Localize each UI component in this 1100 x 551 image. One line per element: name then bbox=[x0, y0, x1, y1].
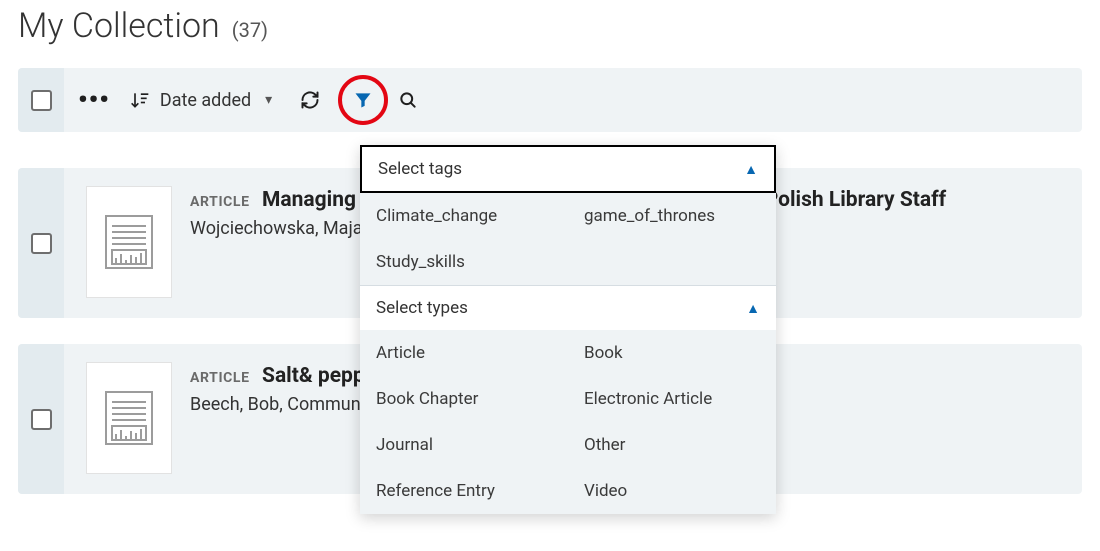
tag-option[interactable]: Study_skills bbox=[360, 239, 568, 285]
select-all-cell[interactable] bbox=[18, 68, 64, 132]
item-kind: ARTICLE bbox=[190, 370, 250, 386]
tag-option[interactable] bbox=[568, 239, 776, 285]
collapse-icon: ▲ bbox=[744, 161, 758, 178]
type-option[interactable]: Electronic Article bbox=[568, 376, 776, 422]
sort-button[interactable]: Date added ▾ bbox=[130, 90, 272, 111]
sort-label: Date added bbox=[160, 90, 251, 111]
item-thumbnail bbox=[86, 186, 172, 298]
document-icon bbox=[104, 390, 154, 446]
caret-down-icon: ▾ bbox=[265, 92, 272, 108]
item-checkbox[interactable] bbox=[31, 409, 52, 430]
page-title: My Collection bbox=[18, 6, 220, 46]
type-option[interactable]: Book bbox=[568, 330, 776, 376]
item-kind: ARTICLE bbox=[190, 194, 250, 210]
refresh-icon bbox=[300, 90, 320, 110]
item-select-cell[interactable] bbox=[18, 168, 64, 318]
select-tags-header[interactable]: Select tags ▲ bbox=[360, 145, 776, 193]
page-count: (37) bbox=[232, 18, 268, 42]
type-option[interactable]: Book Chapter bbox=[360, 376, 568, 422]
item-thumbnail bbox=[86, 362, 172, 474]
sort-icon bbox=[130, 90, 150, 110]
type-option[interactable]: Article bbox=[360, 330, 568, 376]
type-option[interactable]: Other bbox=[568, 422, 776, 468]
refresh-button[interactable] bbox=[296, 86, 324, 114]
highlight-circle bbox=[338, 75, 388, 125]
item-checkbox[interactable] bbox=[31, 233, 52, 254]
toolbar: ••• Date added ▾ bbox=[18, 68, 1082, 132]
type-option[interactable]: Journal bbox=[360, 422, 568, 468]
search-button[interactable] bbox=[394, 86, 422, 114]
tag-option[interactable]: game_of_thrones bbox=[568, 193, 776, 239]
type-option[interactable]: Reference Entry bbox=[360, 468, 568, 514]
select-types-header[interactable]: Select types ▲ bbox=[360, 285, 776, 330]
filter-popover: Select tags ▲ Climate_change game_of_thr… bbox=[360, 145, 776, 514]
type-option[interactable]: Video bbox=[568, 468, 776, 514]
document-icon bbox=[104, 214, 154, 270]
select-all-checkbox[interactable] bbox=[31, 90, 52, 111]
select-tags-label: Select tags bbox=[378, 159, 462, 179]
search-icon bbox=[398, 90, 418, 110]
tag-option[interactable]: Climate_change bbox=[360, 193, 568, 239]
collapse-icon: ▲ bbox=[746, 300, 760, 317]
more-actions-button[interactable]: ••• bbox=[78, 85, 110, 115]
item-select-cell[interactable] bbox=[18, 344, 64, 494]
select-types-label: Select types bbox=[376, 298, 468, 318]
filter-button[interactable] bbox=[338, 75, 388, 125]
